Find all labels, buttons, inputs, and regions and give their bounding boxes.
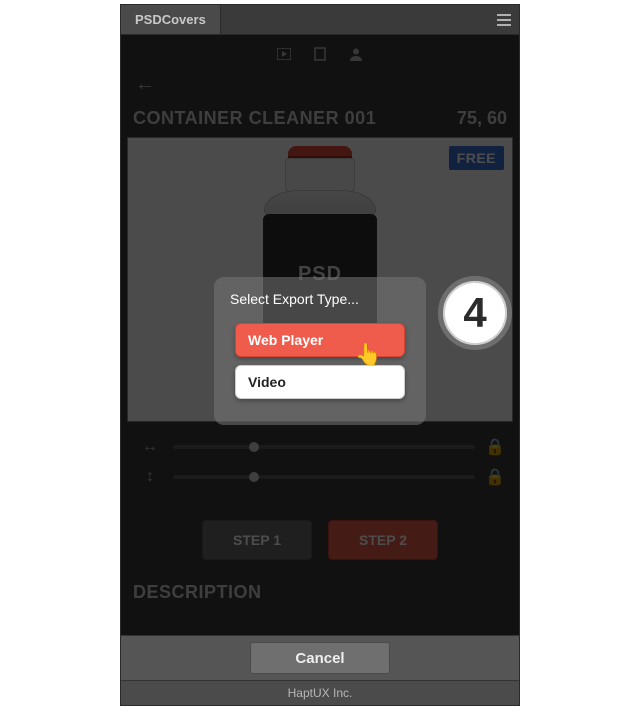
cancel-bar: Cancel (121, 635, 519, 681)
credit-bar: HaptUX Inc. (121, 681, 519, 705)
tutorial-step-callout: 4 (438, 276, 512, 350)
cancel-label: Cancel (295, 650, 344, 667)
page-frame: PSDCovers ← (0, 0, 640, 713)
menu-icon[interactable] (489, 5, 519, 34)
modal-title: Select Export Type... (228, 291, 412, 323)
export-option-web-player[interactable]: Web Player 👆 (235, 323, 405, 357)
export-option-web-player-label: Web Player (248, 332, 323, 348)
credit-text: HaptUX Inc. (288, 686, 353, 700)
export-option-video-label: Video (248, 374, 286, 390)
app-title-tab: PSDCovers (121, 5, 221, 34)
export-option-video[interactable]: Video (235, 365, 405, 399)
header-bar: PSDCovers (121, 5, 519, 35)
footer: Cancel HaptUX Inc. (121, 635, 519, 705)
app-title: PSDCovers (135, 12, 206, 27)
export-type-modal: Select Export Type... Web Player 👆 Video (214, 277, 426, 425)
tutorial-step-number: 4 (463, 289, 486, 337)
cancel-button[interactable]: Cancel (250, 642, 390, 674)
header-spacer (221, 5, 489, 34)
app-panel: PSDCovers ← (120, 4, 520, 706)
